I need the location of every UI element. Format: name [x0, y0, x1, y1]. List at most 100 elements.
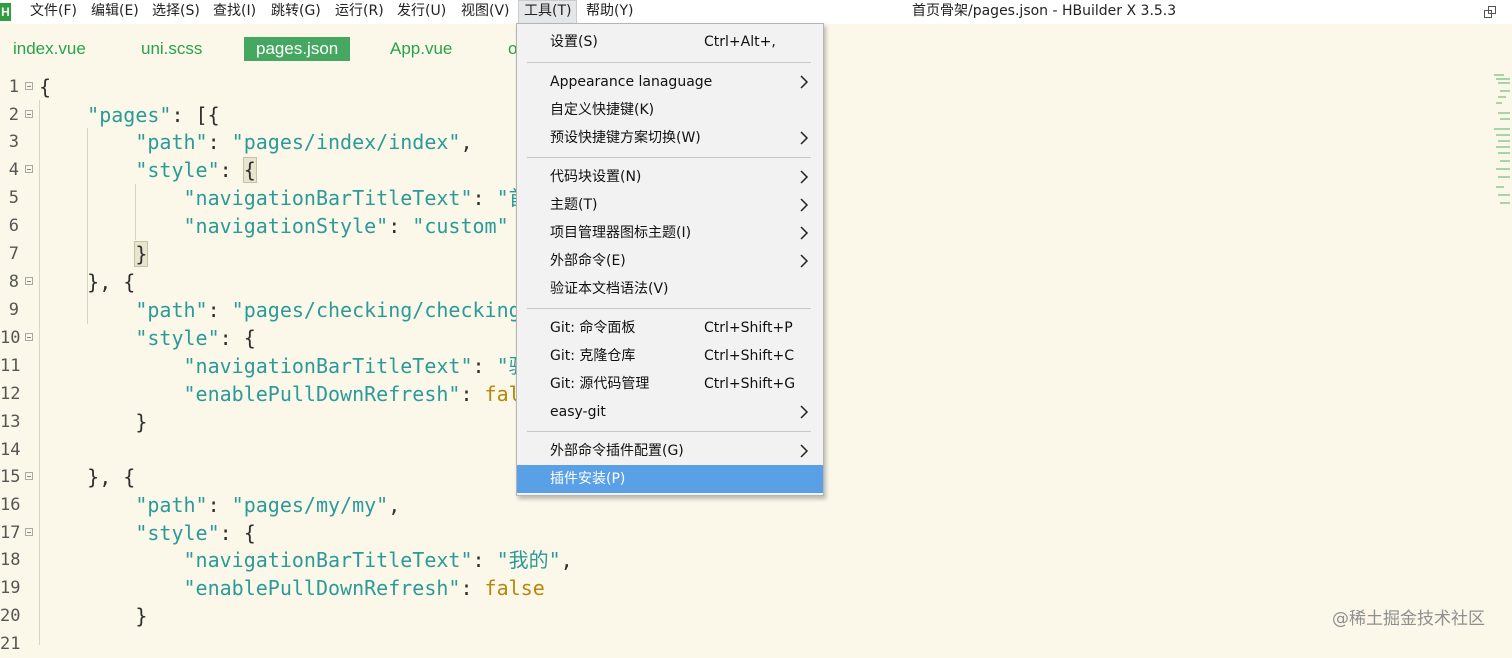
fold-toggle-icon[interactable] — [25, 528, 33, 536]
minimap[interactable] — [1486, 72, 1512, 212]
menu-separator — [527, 62, 811, 63]
submenu-arrow-icon — [799, 219, 809, 247]
line-number: 19 — [0, 578, 21, 598]
code-text: "enablePullDownRefresh": fal — [183, 382, 521, 406]
line-number: 5 — [8, 188, 19, 208]
code-text: "style": { — [135, 157, 257, 183]
submenu-arrow-icon — [799, 247, 809, 275]
tab-app-vue[interactable]: App.vue — [390, 37, 452, 61]
line-number: 20 — [0, 606, 21, 626]
menu-item-label: Git: 源代码管理 — [550, 376, 650, 392]
submenu-arrow-icon — [799, 437, 809, 465]
menu-item-custom-shortcuts[interactable]: 自定义快捷键(K) — [517, 96, 823, 124]
tab-pages-json[interactable]: pages.json — [244, 37, 351, 61]
tools-dropdown-menu: 设置(S) Ctrl+Alt+, Appearance lanaguage 自定… — [516, 23, 824, 496]
line-number: 12 — [0, 384, 21, 404]
line-number: 17 — [0, 523, 21, 543]
menu-item-label: 自定义快捷键(K) — [550, 102, 655, 118]
menu-bar: H 文件(F) 编辑(E) 选择(S) 查找(I) 跳转(G) 运行(R) 发行… — [0, 0, 1512, 24]
menu-item-validate-syntax[interactable]: 验证本文档语法(V) — [517, 275, 823, 303]
line-number: 11 — [0, 356, 21, 376]
menu-item-plugin-config[interactable]: 外部命令插件配置(G) — [517, 437, 823, 465]
menu-run[interactable]: 运行(R) — [330, 0, 389, 24]
menu-item-label: 外部命令插件配置(G) — [550, 443, 684, 459]
fold-toggle-icon[interactable] — [25, 472, 33, 480]
code-text: "path": "pages/my/my", — [135, 493, 401, 517]
fold-toggle-icon[interactable] — [25, 165, 33, 173]
menu-goto[interactable]: 跳转(G) — [266, 0, 326, 24]
code-text: "style": { — [135, 521, 256, 545]
menu-edit[interactable]: 编辑(E) — [86, 0, 144, 24]
code-line: 21 — [0, 630, 1485, 658]
line-number: 9 — [8, 300, 19, 320]
menu-find[interactable]: 查找(I) — [208, 0, 261, 24]
line-number: 3 — [8, 132, 19, 152]
code-line: 18 "navigationBarTitleText": "我的", — [0, 546, 1485, 574]
menu-item-snippet-settings[interactable]: 代码块设置(N) — [517, 163, 823, 191]
menu-item-plugin-install[interactable]: 插件安装(P) — [517, 465, 823, 493]
menu-item-theme[interactable]: 主题(T) — [517, 191, 823, 219]
menu-tools[interactable]: 工具(T) — [518, 0, 578, 24]
menu-item-shortcut: Ctrl+Alt+, — [704, 34, 776, 50]
code-text: } — [39, 410, 148, 434]
line-number: 4 — [8, 160, 19, 180]
menu-separator — [527, 431, 811, 432]
menu-item-shortcut: Ctrl+Shift+G — [704, 376, 796, 392]
menu-item-git-source-control[interactable]: Git: 源代码管理 Ctrl+Shift+G — [517, 370, 823, 398]
menu-item-label: 代码块设置(N) — [550, 169, 642, 185]
menu-item-label: 设置(S) — [550, 34, 598, 50]
code-text: "navigationBarTitleText": "验 — [183, 354, 529, 378]
line-number: 16 — [0, 495, 21, 515]
fold-toggle-icon[interactable] — [25, 82, 33, 90]
menu-item-shortcut-scheme[interactable]: 预设快捷键方案切换(W) — [517, 124, 823, 152]
window-restore-icon[interactable] — [1482, 3, 1500, 21]
menu-item-label: Git: 克隆仓库 — [550, 348, 636, 364]
submenu-arrow-icon — [799, 191, 809, 219]
menu-item-git-clone[interactable]: Git: 克隆仓库 Ctrl+Shift+C — [517, 342, 823, 370]
menu-item-label: 项目管理器图标主题(I) — [550, 225, 692, 241]
menu-item-label: 主题(T) — [550, 197, 598, 213]
code-text: { — [39, 75, 52, 99]
menu-item-label: 验证本文档语法(V) — [550, 281, 669, 297]
code-line: 17 "style": { — [0, 519, 1485, 547]
menu-item-appearance-language[interactable]: Appearance lanaguage — [517, 68, 823, 96]
code-text: }, { — [39, 465, 136, 489]
submenu-arrow-icon — [799, 398, 809, 426]
menu-item-label: 外部命令(E) — [550, 253, 626, 269]
menu-publish[interactable]: 发行(U) — [392, 0, 451, 24]
menu-item-external-commands[interactable]: 外部命令(E) — [517, 247, 823, 275]
menu-item-settings[interactable]: 设置(S) Ctrl+Alt+, — [517, 28, 823, 56]
line-number: 2 — [8, 105, 19, 125]
menu-view[interactable]: 视图(V) — [456, 0, 515, 24]
menu-item-label: 预设快捷键方案切换(W) — [550, 130, 701, 146]
menu-item-shortcut: Ctrl+Shift+P — [704, 320, 793, 336]
fold-toggle-icon[interactable] — [25, 333, 33, 341]
line-number: 6 — [8, 216, 19, 236]
menu-separator — [527, 308, 811, 309]
submenu-arrow-icon — [799, 124, 809, 152]
line-number: 13 — [0, 412, 21, 432]
tab-index-vue[interactable]: index.vue — [13, 37, 86, 61]
fold-toggle-icon[interactable] — [25, 277, 33, 285]
code-text: } — [134, 241, 149, 267]
code-text: "path": "pages/checking/checking — [135, 298, 521, 322]
menu-item-label: 插件安装(P) — [550, 471, 626, 487]
tab-uni-scss[interactable]: uni.scss — [141, 37, 202, 61]
code-text: "navigationBarTitleText": "首 — [183, 186, 529, 210]
code-text: "navigationBarTitleText": "我的", — [183, 548, 573, 572]
line-number: 10 — [0, 328, 21, 348]
menu-file[interactable]: 文件(F) — [25, 0, 82, 24]
menu-item-icon-theme[interactable]: 项目管理器图标主题(I) — [517, 219, 823, 247]
code-text: }, { — [39, 270, 136, 294]
app-logo: H — [0, 3, 11, 21]
menu-select[interactable]: 选择(S) — [147, 0, 205, 24]
fold-toggle-icon[interactable] — [25, 110, 33, 118]
menu-help[interactable]: 帮助(Y) — [581, 0, 638, 24]
window-title: 首页骨架/pages.json - HBuilder X 3.5.3 — [912, 3, 1177, 19]
menu-item-easy-git[interactable]: easy-git — [517, 398, 823, 426]
code-text: "style": { — [135, 326, 256, 350]
line-number: 14 — [0, 440, 21, 460]
code-text: "enablePullDownRefresh": false — [183, 576, 545, 600]
menu-item-git-command-palette[interactable]: Git: 命令面板 Ctrl+Shift+P — [517, 314, 823, 342]
watermark: @稀土掘金技术社区 — [1332, 609, 1485, 629]
